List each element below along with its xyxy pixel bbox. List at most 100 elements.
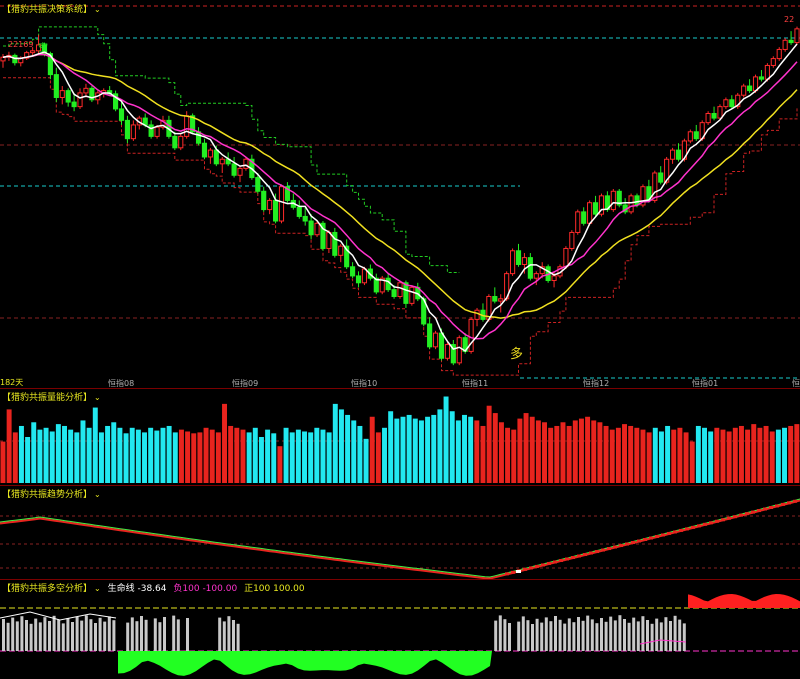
chevron-down-icon[interactable]: ⌄ (94, 393, 101, 402)
candle (711, 113, 717, 119)
bullbear-bar (25, 620, 28, 651)
volume-panel-title[interactable]: 【猎豹共振量能分析】 ⌄ (2, 390, 101, 403)
trend-panel-title[interactable]: 【猎豹共振趋势分析】 ⌄ (2, 487, 101, 500)
volume-bar (720, 429, 726, 483)
candle (71, 101, 77, 108)
volume-bar (191, 433, 197, 483)
bullbear-bar (503, 619, 507, 651)
chevron-down-icon[interactable]: ⌄ (94, 584, 101, 593)
candle (201, 142, 208, 158)
trend-block (523, 567, 527, 571)
candle (575, 211, 581, 233)
x-label-08: 恒指08 (108, 379, 135, 388)
volume-bar (763, 425, 769, 483)
bullbear-panel: 【猎豹共振多空分析】 ⌄ 生命线 -38.64 负100 -100.00 正100… (0, 580, 800, 679)
volume-bar (597, 422, 603, 483)
volume-bar (357, 425, 363, 483)
candle (314, 222, 320, 236)
chevron-down-icon[interactable]: ⌄ (94, 490, 101, 499)
candle (438, 332, 445, 359)
candle (178, 135, 184, 149)
bullbear-bar (158, 622, 162, 651)
trend-block (685, 527, 689, 531)
candle (776, 48, 782, 60)
price-panel: 【猎豹共振决策系统】 ⌄ 22169 空 22 多 182天 恒指08 恒指09 … (0, 0, 800, 388)
trend-block (649, 536, 653, 540)
bullbear-bar (627, 622, 631, 651)
volume-bar (86, 427, 92, 483)
bullbear-bar (43, 617, 47, 651)
bullbear-bar (623, 619, 626, 651)
candle (474, 309, 480, 320)
candle (444, 344, 450, 359)
candle (261, 190, 267, 211)
volume-bar (240, 429, 246, 483)
bullbear-bar (618, 615, 622, 651)
volume-bar (529, 416, 535, 483)
candle (130, 124, 136, 140)
bullbear-bar (581, 620, 585, 651)
bullbear-bar (75, 616, 79, 651)
volume-bar (566, 425, 572, 483)
volume-bar (615, 427, 621, 483)
bullbear-bar (71, 622, 74, 651)
trend-chart[interactable] (0, 486, 800, 579)
price-panel-title[interactable]: 【猎豹共振决策系统】 ⌄ (2, 2, 101, 15)
candle (207, 149, 213, 158)
bullbear-bar (531, 624, 534, 651)
volume-bar (283, 427, 289, 483)
volume-bar (295, 429, 301, 483)
bullbear-panel-title[interactable]: 【猎豹共振多空分析】 ⌄ 生命线 -38.64 负100 -100.00 正100… (2, 581, 305, 594)
price-chart[interactable] (0, 0, 800, 388)
trend-block (511, 570, 515, 574)
volume-bar (160, 427, 166, 483)
candle (172, 135, 178, 149)
volume-bar (289, 432, 295, 483)
chevron-down-icon[interactable]: ⌄ (94, 5, 101, 14)
bullbear-bar (567, 618, 571, 651)
volume-bar (92, 407, 98, 483)
volume-bar (585, 416, 591, 483)
candle (741, 85, 747, 96)
bullbear-bar (66, 618, 70, 651)
candle (338, 245, 344, 256)
neg100-value: -100.00 (202, 584, 238, 594)
volume-bar (486, 405, 492, 483)
bullish-area (688, 594, 800, 608)
candle (278, 186, 285, 222)
trend-block (619, 544, 623, 548)
volume-bar (308, 432, 314, 483)
volume-bar (37, 429, 43, 483)
volume-bar (271, 433, 277, 483)
period-label: 182天 (0, 378, 24, 387)
volume-bar (400, 416, 406, 483)
volume-bar (689, 441, 695, 483)
resistance-step-line (3, 26, 460, 273)
trend-panel: 【猎豹共振趋势分析】 ⌄ (0, 486, 800, 579)
volume-bar (345, 414, 351, 483)
candle (296, 206, 302, 217)
volume-bar (578, 418, 584, 483)
candle (782, 39, 788, 50)
candle (243, 158, 249, 169)
volume-bar (474, 420, 480, 483)
volume-chart[interactable] (0, 389, 800, 485)
bullbear-chart[interactable] (0, 580, 800, 679)
bullbear-bar (558, 619, 562, 651)
volume-bar (572, 420, 578, 483)
trend-block (697, 524, 701, 528)
trend-block (775, 504, 779, 508)
candle (148, 124, 154, 137)
volume-bar (523, 413, 529, 483)
price-right-label: 22 (784, 15, 795, 24)
bullbear-bar (176, 619, 180, 651)
volume-bar (794, 424, 800, 483)
candle (533, 273, 539, 279)
trend-block (673, 530, 677, 534)
volume-bar (123, 433, 129, 483)
volume-bar (12, 432, 18, 483)
trend-block (715, 519, 719, 523)
bullbear-bar (2, 619, 5, 651)
volume-bar (542, 422, 547, 483)
bullbear-bar (163, 617, 166, 651)
